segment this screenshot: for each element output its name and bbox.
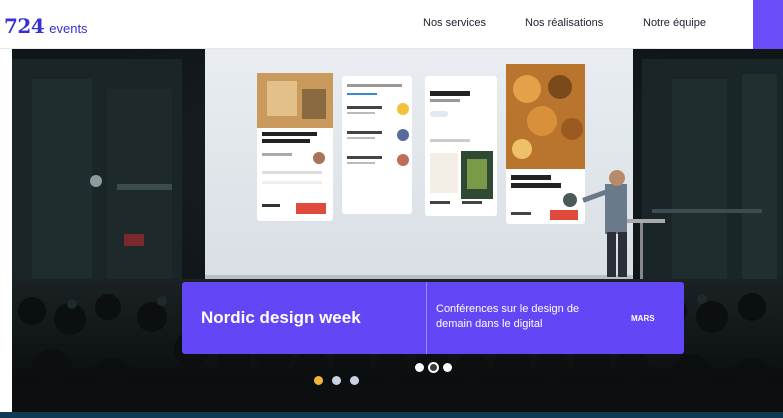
slider-dot-2-active[interactable] <box>428 362 439 373</box>
slider-dot-1[interactable] <box>415 363 424 372</box>
logo[interactable]: 724 events <box>4 14 88 38</box>
event-title: Nordic design week <box>201 308 361 327</box>
header-accent-block[interactable] <box>753 0 783 49</box>
carousel-dot-3[interactable] <box>350 376 359 385</box>
event-description: Conférences sur le design de demain dans… <box>436 303 580 330</box>
slider-dot-3[interactable] <box>443 363 452 372</box>
nav-realisations[interactable]: Nos réalisations <box>525 17 603 29</box>
nav-equipe[interactable]: Notre équipe <box>643 17 706 29</box>
carousel-dot-1-active[interactable] <box>314 376 323 385</box>
logo-number: 724 <box>4 14 45 38</box>
bottom-border <box>0 412 783 418</box>
carousel-dot-2[interactable] <box>332 376 341 385</box>
site-header: 724 events Nos services Nos réalisations… <box>0 0 783 49</box>
event-month: MARS <box>631 314 655 323</box>
hero-banner <box>12 49 783 413</box>
event-card[interactable]: Nordic design week Conférences sur le de… <box>182 282 684 354</box>
card-divider <box>426 282 427 354</box>
hero-photo <box>12 49 783 413</box>
nav-services[interactable]: Nos services <box>423 17 486 29</box>
logo-word: events <box>49 21 88 36</box>
